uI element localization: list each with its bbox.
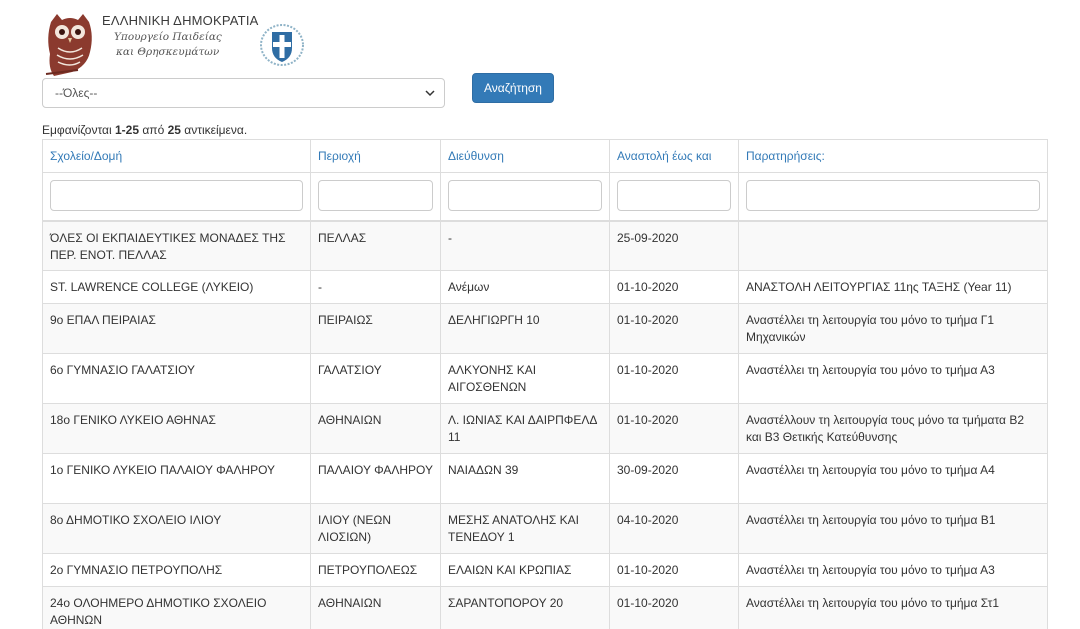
cell-suspension-until: 30-09-2020 <box>609 453 739 504</box>
cell-area: ΠΕΤΡΟΥΠΟΛΕΩΣ <box>310 553 441 587</box>
ministry-title: ΕΛΛΗΝΙΚΗ ΔΗΜΟΚΡΑΤΙΑ Υπουργείο Παιδείας κ… <box>102 13 262 58</box>
cell-area: ΠΕΙΡΑΙΩΣ <box>310 303 441 354</box>
table-row: ΌΛΕΣ ΟΙ ΕΚΠΑΙΔΕΥΤΙΚΕΣ ΜΟΝΑΔΕΣ ΤΗΣ ΠΕΡ. Ε… <box>42 220 1048 271</box>
cell-remarks: Αναστέλλει τη λειτουργία του μόνο το τμή… <box>738 553 1048 587</box>
table-row: 1ο ΓΕΝΙΚΟ ΛΥΚΕΙΟ ΠΑΛΑΙΟΥ ΦΑΛΗΡΟΥ ΠΑΛΑΙΟΥ… <box>42 453 1048 504</box>
results-summary: Εμφανίζονται 1-25 από 25 αντικείμενα. <box>42 123 247 137</box>
cell-remarks: Αναστέλλει τη λειτουργία του μόνο το τμή… <box>738 503 1048 554</box>
ministry-header: ΕΛΛΗΝΙΚΗ ΔΗΜΟΚΡΑΤΙΑ Υπουργείο Παιδείας κ… <box>42 10 312 78</box>
cell-suspension-until: 01-10-2020 <box>609 270 739 304</box>
cell-remarks: ΑΝΑΣΤΟΛΗ ΛΕΙΤΟΥΡΓΙΑΣ 11ης ΤΑΞΗΣ (Year 11… <box>738 270 1048 304</box>
cell-address: ΔΕΛΗΓΙΩΡΓΗ 10 <box>440 303 610 354</box>
cell-school: 9ο ΕΠΑΛ ΠΕΙΡΑΙΑΣ <box>42 303 311 354</box>
cell-remarks: Αναστέλλει τη λειτουργία του μόνο το τμή… <box>738 453 1048 504</box>
cell-area: ΠΕΛΛΑΣ <box>310 220 441 271</box>
chevron-down-icon <box>425 90 435 97</box>
column-header-suspension-until[interactable]: Αναστολή έως και <box>609 139 739 173</box>
owl-logo-icon <box>45 14 92 76</box>
country-name: ΕΛΛΗΝΙΚΗ ΔΗΜΟΚΡΑΤΙΑ <box>102 13 259 28</box>
summary-middle: από <box>139 123 168 137</box>
cell-remarks: Αναστέλλει τη λειτουργία του μόνο το τμή… <box>738 353 1048 404</box>
cell-area: ΙΛΙΟΥ (ΝΕΩΝ ΛΙΟΣΙΩΝ) <box>310 503 441 554</box>
table-row: 2ο ΓΥΜΝΑΣΙΟ ΠΕΤΡΟΥΠΟΛΗΣ ΠΕΤΡΟΥΠΟΛΕΩΣ ΕΛΑ… <box>42 553 1048 587</box>
cell-suspension-until: 01-10-2020 <box>609 353 739 404</box>
ministry-name-line2: και Θρησκευμάτων <box>116 46 220 58</box>
cell-address: Λ. ΙΩΝΙΑΣ ΚΑΙ ΔΑΙΡΠΦΕΛΔ 11 <box>440 403 610 454</box>
summary-suffix: αντικείμενα. <box>180 123 248 137</box>
cell-address: ΜΕΣΗΣ ΑΝΑΤΟΛΗΣ ΚΑΙ ΤΕΝΕΔΟΥ 1 <box>440 503 610 554</box>
cell-area: ΑΘΗΝΑΙΩΝ <box>310 403 441 454</box>
cell-area: ΠΑΛΑΙΟΥ ΦΑΛΗΡΟΥ <box>310 453 441 504</box>
cell-suspension-until: 04-10-2020 <box>609 503 739 554</box>
table-filter-row <box>42 172 1048 222</box>
region-select-value: --Όλες-- <box>55 86 98 100</box>
table-row: 6ο ΓΥΜΝΑΣΙΟ ΓΑΛΑΤΣΙΟΥ ΓΑΛΑΤΣΙΟΥ ΑΛΚΥΟΝΗΣ… <box>42 353 1048 404</box>
filter-input-suspension-until[interactable] <box>617 180 731 211</box>
cell-school: 24ο ΟΛΟΗΜΕΡΟ ΔΗΜΟΤΙΚΟ ΣΧΟΛΕΙΟ ΑΘΗΝΩΝ <box>42 586 311 629</box>
cell-suspension-until: 01-10-2020 <box>609 586 739 629</box>
cell-area: ΑΘΗΝΑΙΩΝ <box>310 586 441 629</box>
cell-school: ΌΛΕΣ ΟΙ ΕΚΠΑΙΔΕΥΤΙΚΕΣ ΜΟΝΑΔΕΣ ΤΗΣ ΠΕΡ. Ε… <box>42 220 311 271</box>
cell-school: 2ο ΓΥΜΝΑΣΙΟ ΠΕΤΡΟΥΠΟΛΗΣ <box>42 553 311 587</box>
column-header-area[interactable]: Περιοχή <box>310 139 441 173</box>
schools-table: Σχολείο/Δομή Περιοχή Διεύθυνση Αναστολή … <box>42 139 1048 629</box>
cell-address: ΝΑΙΑΔΩΝ 39 <box>440 453 610 504</box>
cell-school: 6ο ΓΥΜΝΑΣΙΟ ΓΑΛΑΤΣΙΟΥ <box>42 353 311 404</box>
table-row: 18ο ΓΕΝΙΚΟ ΛΥΚΕΙΟ ΑΘΗΝΑΣ ΑΘΗΝΑΙΩΝ Λ. ΙΩΝ… <box>42 403 1048 454</box>
table-header-row: Σχολείο/Δομή Περιοχή Διεύθυνση Αναστολή … <box>42 139 1048 173</box>
table-row: ST. LAWRENCE COLLEGE (ΛΥΚΕΙΟ) - Ανέμων 0… <box>42 270 1048 304</box>
cell-address: ΑΛΚΥΟΝΗΣ ΚΑΙ ΑΙΓΟΣΘΕΝΩΝ <box>440 353 610 404</box>
column-header-school[interactable]: Σχολείο/Δομή <box>42 139 311 173</box>
search-button[interactable]: Αναζήτηση <box>472 73 554 103</box>
ministry-name-line1: Υπουργείο Παιδείας <box>114 31 222 43</box>
summary-prefix: Εμφανίζονται <box>42 123 115 137</box>
cell-remarks <box>738 220 1048 271</box>
table-row: 9ο ΕΠΑΛ ΠΕΙΡΑΙΑΣ ΠΕΙΡΑΙΩΣ ΔΕΛΗΓΙΩΡΓΗ 10 … <box>42 303 1048 354</box>
table-row: 8ο ΔΗΜΟΤΙΚΟ ΣΧΟΛΕΙΟ ΙΛΙΟΥ ΙΛΙΟΥ (ΝΕΩΝ ΛΙ… <box>42 503 1048 554</box>
column-header-remarks[interactable]: Παρατηρήσεις: <box>738 139 1048 173</box>
filter-input-address[interactable] <box>448 180 602 211</box>
cell-area: - <box>310 270 441 304</box>
cell-school: 1ο ΓΕΝΙΚΟ ΛΥΚΕΙΟ ΠΑΛΑΙΟΥ ΦΑΛΗΡΟΥ <box>42 453 311 504</box>
cell-school: 18ο ΓΕΝΙΚΟ ΛΥΚΕΙΟ ΑΘΗΝΑΣ <box>42 403 311 454</box>
cell-address: - <box>440 220 610 271</box>
cell-address: ΕΛΑΙΩΝ ΚΑΙ ΚΡΩΠΙΑΣ <box>440 553 610 587</box>
summary-total: 25 <box>167 123 181 137</box>
filter-input-school[interactable] <box>50 180 303 211</box>
cell-remarks: Αναστέλλει τη λειτουργία του μόνο το τμή… <box>738 586 1048 629</box>
filter-input-remarks[interactable] <box>746 180 1040 211</box>
filter-input-area[interactable] <box>318 180 433 211</box>
cell-suspension-until: 01-10-2020 <box>609 403 739 454</box>
column-header-address[interactable]: Διεύθυνση <box>440 139 610 173</box>
greek-emblem-icon <box>260 24 304 66</box>
table-row: 24ο ΟΛΟΗΜΕΡΟ ΔΗΜΟΤΙΚΟ ΣΧΟΛΕΙΟ ΑΘΗΝΩΝ ΑΘΗ… <box>42 586 1048 629</box>
cell-remarks: Αναστέλλουν τη λειτουργία τους μόνο τα τ… <box>738 403 1048 454</box>
cell-suspension-until: 01-10-2020 <box>609 303 739 354</box>
cell-school: ST. LAWRENCE COLLEGE (ΛΥΚΕΙΟ) <box>42 270 311 304</box>
summary-range: 1-25 <box>114 123 140 137</box>
cell-suspension-until: 01-10-2020 <box>609 553 739 587</box>
cell-school: 8ο ΔΗΜΟΤΙΚΟ ΣΧΟΛΕΙΟ ΙΛΙΟΥ <box>42 503 311 554</box>
cell-address: ΣΑΡΑΝΤΟΠΟΡΟΥ 20 <box>440 586 610 629</box>
cell-remarks: Αναστέλλει τη λειτουργία του μόνο το τμή… <box>738 303 1048 354</box>
region-select[interactable]: --Όλες-- <box>42 78 445 108</box>
cell-address: Ανέμων <box>440 270 610 304</box>
cell-area: ΓΑΛΑΤΣΙΟΥ <box>310 353 441 404</box>
cell-suspension-until: 25-09-2020 <box>609 220 739 271</box>
